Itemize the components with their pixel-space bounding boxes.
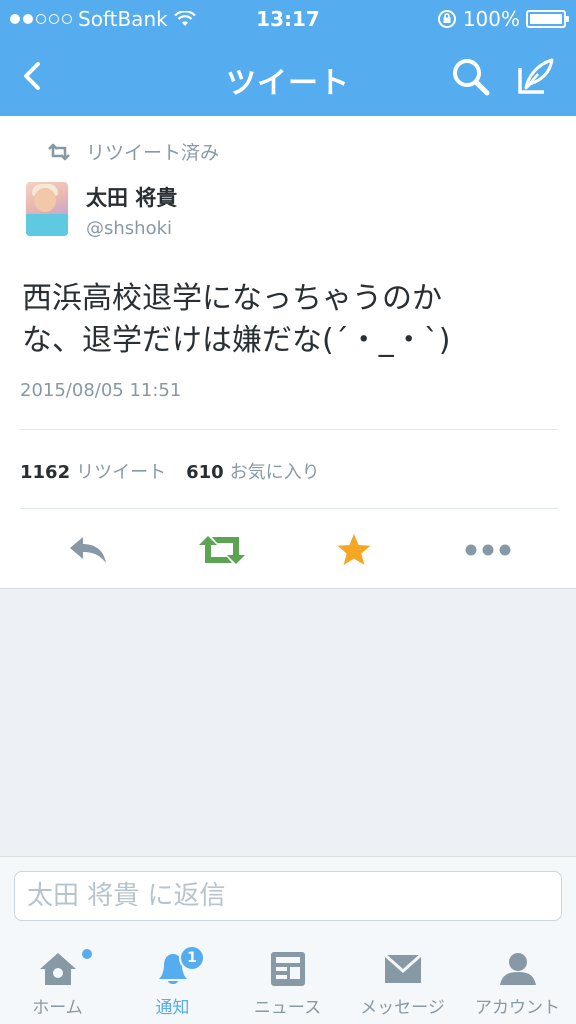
battery-info: 100% <box>437 7 569 31</box>
avatar[interactable] <box>26 182 68 236</box>
favorite-button[interactable] <box>334 532 374 568</box>
tab-messages[interactable]: メッセージ <box>345 937 460 1024</box>
tab-account-label: アカウント <box>475 998 560 1018</box>
person-icon <box>499 953 536 985</box>
battery-icon <box>526 10 569 28</box>
tab-messages-label: メッセージ <box>360 998 445 1018</box>
divider <box>20 508 558 509</box>
tweet-text: 西浜高校退学になっちゃうのか な、退学だけは嫌だな(´・_・`) <box>22 281 451 358</box>
tab-news-label: ニュース <box>253 998 322 1018</box>
author-block[interactable]: 太田 将貴 @shshoki <box>26 182 177 239</box>
retweet-small-icon <box>48 143 70 160</box>
reply-icon <box>70 537 106 563</box>
retweet-count[interactable]: 1162 <box>20 462 70 483</box>
envelope-icon <box>383 953 422 983</box>
more-button[interactable] <box>464 532 512 568</box>
top-bar: SoftBank 13:17 100% ツイート <box>0 0 576 116</box>
search-icon[interactable] <box>450 56 492 98</box>
retweet-icon <box>199 536 245 564</box>
reply-bar <box>0 856 576 938</box>
retweeted-indicator: リツイート済み <box>46 138 219 165</box>
notification-badge: 1 <box>179 945 205 971</box>
reply-input[interactable] <box>14 871 562 921</box>
reply-button[interactable] <box>66 532 110 568</box>
status-bar: SoftBank 13:17 100% <box>0 0 576 38</box>
rotation-lock-icon <box>437 10 456 28</box>
tab-notifications-label: 通知 <box>155 998 190 1018</box>
retweet-count-label[interactable]: リツイート <box>76 458 166 484</box>
tab-account[interactable]: アカウント <box>460 937 575 1024</box>
retweet-button[interactable] <box>196 532 248 568</box>
star-icon <box>337 534 371 565</box>
unread-dot <box>82 949 92 959</box>
favorite-count-label[interactable]: お気に入り <box>230 458 320 484</box>
tab-notifications[interactable]: 1 通知 <box>115 937 230 1024</box>
tab-bar: ホーム 1 通知 ニュース メッセージ アカウント <box>0 937 576 1024</box>
author-name[interactable]: 太田 将貴 <box>86 182 177 212</box>
news-icon <box>270 952 305 986</box>
tab-home[interactable]: ホーム <box>0 937 115 1024</box>
tab-news[interactable]: ニュース <box>230 937 345 1024</box>
compose-icon[interactable] <box>514 54 558 98</box>
home-icon <box>39 953 76 985</box>
tweet-card: リツイート済み 太田 将貴 @shshoki 西浜高校退学になっちゃうのか な、… <box>0 116 576 589</box>
tweet-actions <box>0 526 576 576</box>
retweeted-label: リツイート済み <box>86 142 220 164</box>
more-icon <box>465 544 511 556</box>
author-handle[interactable]: @shshoki <box>86 218 177 239</box>
tweet-stats: 1162 リツイート 610 お気に入り <box>20 458 320 484</box>
tweet-timestamp: 2015/08/05 11:51 <box>20 380 182 401</box>
divider <box>20 429 558 430</box>
battery-percent: 100% <box>462 7 520 31</box>
nav-bar: ツイート <box>0 38 576 116</box>
tab-home-label: ホーム <box>32 998 83 1018</box>
favorite-count[interactable]: 610 <box>186 462 224 483</box>
